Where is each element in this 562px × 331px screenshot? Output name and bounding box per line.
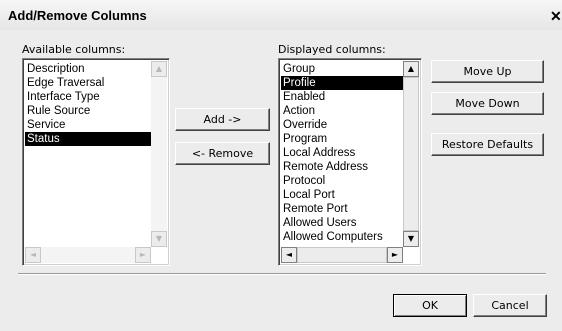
displayed-columns-list[interactable]: Group Profile Enabled Action Override Program…: [278, 58, 422, 266]
close-icon[interactable]: ✕: [550, 8, 562, 24]
list-item[interactable]: Protocol: [281, 174, 403, 188]
list-item[interactable]: Interface Type: [25, 90, 151, 104]
move-up-button[interactable]: Move Up: [431, 60, 544, 83]
move-down-button[interactable]: Move Down: [431, 92, 544, 115]
list-item[interactable]: Remote Port: [281, 202, 403, 216]
separator-highlight: [18, 274, 546, 275]
cancel-button[interactable]: Cancel: [473, 294, 547, 317]
ok-button[interactable]: OK: [393, 294, 467, 317]
list-item[interactable]: Profile: [281, 76, 403, 90]
available-columns-list[interactable]: Description Edge Traversal Interface Type R…: [22, 58, 170, 266]
scroll-right-icon[interactable]: ►: [387, 247, 403, 263]
scroll-up-icon[interactable]: ▲: [403, 61, 419, 77]
scroll-right-icon[interactable]: ►: [135, 247, 151, 263]
available-horizontal-scrollbar[interactable]: ◄ ►: [25, 247, 151, 263]
list-item[interactable]: Edge Traversal: [25, 76, 151, 90]
add-remove-columns-dialog: Add/Remove Columns ✕ Available columns: …: [0, 0, 562, 331]
list-item[interactable]: Description: [25, 62, 151, 76]
available-items: Description Edge Traversal Interface Type R…: [25, 62, 151, 146]
remove-button[interactable]: <- Remove: [175, 142, 270, 165]
available-columns-label: Available columns:: [22, 43, 126, 56]
scroll-down-icon[interactable]: ▼: [151, 231, 167, 247]
list-item[interactable]: Program: [281, 132, 403, 146]
list-item[interactable]: Enabled: [281, 90, 403, 104]
dialog-title: Add/Remove Columns: [8, 8, 147, 23]
list-item[interactable]: Allowed Computers: [281, 230, 403, 244]
title-bar[interactable]: Add/Remove Columns ✕: [0, 0, 562, 30]
list-item[interactable]: Group: [281, 62, 403, 76]
list-item[interactable]: Remote Address: [281, 160, 403, 174]
available-vertical-scrollbar[interactable]: ▲ ▼: [151, 61, 167, 247]
add-button[interactable]: Add ->: [175, 108, 270, 131]
displayed-vertical-scrollbar[interactable]: ▲ ▼: [403, 61, 419, 247]
list-item[interactable]: Override: [281, 118, 403, 132]
list-item[interactable]: Local Port: [281, 188, 403, 202]
displayed-horizontal-scrollbar[interactable]: ◄ ►: [281, 247, 403, 263]
list-item[interactable]: Service: [25, 118, 151, 132]
scroll-thumb[interactable]: [403, 77, 419, 231]
list-item[interactable]: Action: [281, 104, 403, 118]
list-item[interactable]: Rule Source: [25, 104, 151, 118]
scroll-down-icon[interactable]: ▼: [403, 231, 419, 247]
scroll-thumb[interactable]: [297, 247, 387, 263]
scroll-left-icon[interactable]: ◄: [25, 247, 41, 263]
scroll-up-icon[interactable]: ▲: [151, 61, 167, 77]
restore-defaults-button[interactable]: Restore Defaults: [431, 133, 544, 156]
list-item[interactable]: Allowed Users: [281, 216, 403, 230]
list-item[interactable]: Local Address: [281, 146, 403, 160]
displayed-items: Group Profile Enabled Action Override Program…: [281, 62, 403, 244]
list-item[interactable]: Status: [25, 132, 151, 146]
displayed-columns-label: Displayed columns:: [278, 43, 386, 56]
scroll-left-icon[interactable]: ◄: [281, 247, 297, 263]
